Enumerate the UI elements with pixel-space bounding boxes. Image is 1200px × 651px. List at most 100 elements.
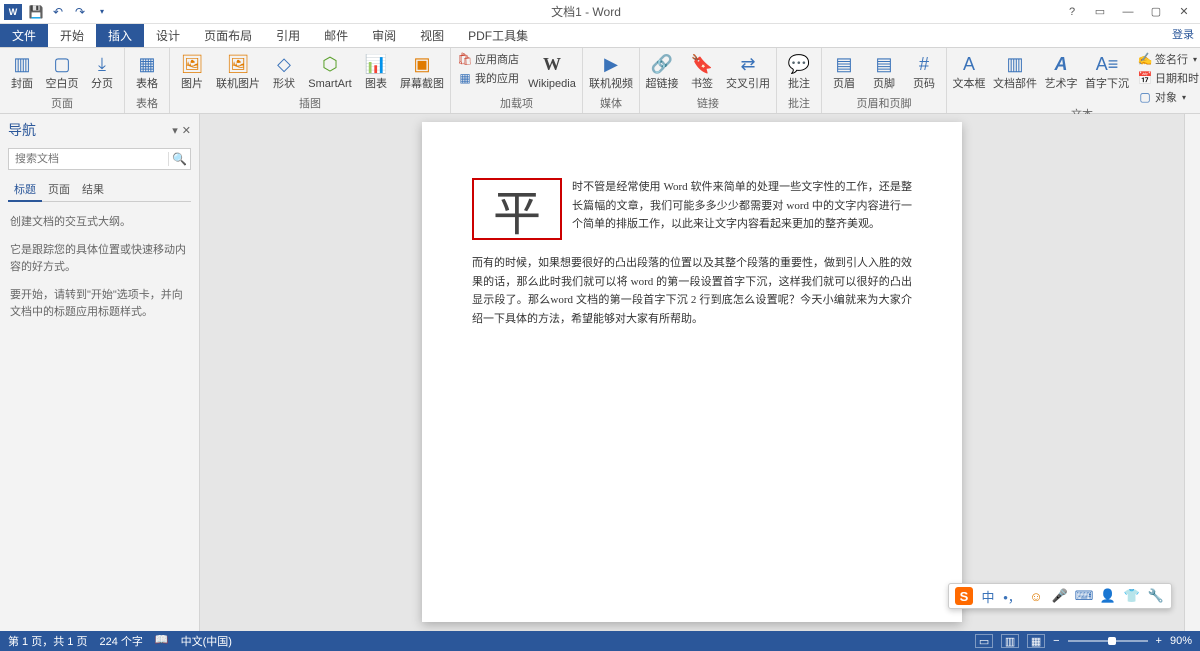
tab-insert[interactable]: 插入 xyxy=(96,24,144,47)
shapes-button[interactable]: ◇形状 xyxy=(266,50,302,90)
chart-button[interactable]: 📊图表 xyxy=(358,50,394,90)
status-page[interactable]: 第 1 页，共 1 页 xyxy=(8,633,87,649)
wikipedia-button[interactable]: WWikipedia xyxy=(526,50,578,90)
ime-punct-icon[interactable]: •， xyxy=(1003,587,1021,605)
store-button[interactable]: 🛍应用商店 xyxy=(455,50,522,68)
ime-logo-icon[interactable]: S xyxy=(955,587,973,605)
tab-mailings[interactable]: 邮件 xyxy=(312,24,360,47)
qat-dropdown-icon[interactable]: ▾ xyxy=(94,4,110,20)
cover-page-icon: ▥ xyxy=(10,52,34,76)
ime-skin-icon[interactable]: 👕 xyxy=(1123,587,1141,605)
screenshot-button[interactable]: ▣屏幕截图 xyxy=(398,50,446,90)
textbox-icon: A xyxy=(957,52,981,76)
status-spellcheck-icon[interactable]: 📖 xyxy=(155,633,169,649)
crossref-button[interactable]: ⇄交叉引用 xyxy=(724,50,772,90)
zoom-out-icon[interactable]: − xyxy=(1053,635,1059,647)
pagenum-button[interactable]: #页码 xyxy=(906,50,942,90)
nav-title: 导航 xyxy=(8,120,36,140)
zoom-level[interactable]: 90% xyxy=(1170,635,1192,647)
ime-settings-icon[interactable]: 🔧 xyxy=(1147,587,1165,605)
tab-review[interactable]: 审阅 xyxy=(360,24,408,47)
view-web-icon[interactable]: ▦ xyxy=(1027,634,1045,648)
nav-search[interactable]: 🔍 xyxy=(8,148,191,170)
group-label-links: 链接 xyxy=(644,95,772,113)
tab-file[interactable]: 文件 xyxy=(0,24,48,47)
ime-user-icon[interactable]: 👤 xyxy=(1099,587,1117,605)
group-pages: ▥封面 ▢空白页 ⤓分页 页面 xyxy=(0,48,125,113)
dropcap-char: 平 xyxy=(493,174,541,244)
tab-pdf[interactable]: PDF工具集 xyxy=(456,24,540,47)
object-icon: ▢ xyxy=(1138,90,1152,104)
nav-tab-headings[interactable]: 标题 xyxy=(8,178,42,202)
page-break-button[interactable]: ⤓分页 xyxy=(84,50,120,90)
my-apps-icon: ▦ xyxy=(458,71,472,85)
group-label-headerfooter: 页眉和页脚 xyxy=(826,95,942,113)
cover-page-button[interactable]: ▥封面 xyxy=(4,50,40,90)
redo-icon[interactable]: ↷ xyxy=(72,4,88,20)
group-label-media: 媒体 xyxy=(587,95,635,113)
nav-tab-results[interactable]: 结果 xyxy=(76,178,110,201)
smartart-button[interactable]: ⬡SmartArt xyxy=(306,50,354,90)
footer-button[interactable]: ▤页脚 xyxy=(866,50,902,90)
ime-lang-icon[interactable]: 中 xyxy=(979,587,997,605)
datetime-button[interactable]: 📅日期和时间 xyxy=(1135,69,1200,87)
document-page[interactable]: 平 时不管是经常使用 Word 软件来简单的处理一些文字性的工作，还是整长篇幅的… xyxy=(422,122,962,622)
dropcap-frame[interactable]: 平 xyxy=(472,178,562,240)
tab-home[interactable]: 开始 xyxy=(48,24,96,47)
help-icon[interactable]: ? xyxy=(1062,3,1082,21)
ime-emoji-icon[interactable]: ☺ xyxy=(1027,587,1045,605)
ime-mic-icon[interactable]: 🎤 xyxy=(1051,587,1069,605)
chart-icon: 📊 xyxy=(364,52,388,76)
window-controls: ? ▭ — ▢ ✕ 登录 xyxy=(1062,3,1200,21)
online-picture-button[interactable]: 🖼联机图片 xyxy=(214,50,262,90)
wordart-button[interactable]: A艺术字 xyxy=(1043,50,1079,90)
status-language[interactable]: 中文(中国) xyxy=(181,633,232,649)
sigline-button[interactable]: ✍签名行▾ xyxy=(1135,50,1200,68)
hyperlink-button[interactable]: 🔗超链接 xyxy=(644,50,680,90)
table-button[interactable]: ▦表格 xyxy=(129,50,165,90)
group-comments: 💬批注 批注 xyxy=(777,48,822,113)
account-link[interactable]: 登录 xyxy=(1172,26,1194,42)
vertical-scrollbar[interactable] xyxy=(1184,114,1200,631)
my-apps-button[interactable]: ▦我的应用 xyxy=(455,69,522,87)
tab-design[interactable]: 设计 xyxy=(144,24,192,47)
nav-dropdown-icon[interactable]: ▾ xyxy=(172,124,178,137)
blank-page-icon: ▢ xyxy=(50,52,74,76)
undo-icon[interactable]: ↶ xyxy=(50,4,66,20)
document-area[interactable]: 平 时不管是经常使用 Word 软件来简单的处理一些文字性的工作，还是整长篇幅的… xyxy=(200,114,1184,631)
paragraph-2[interactable]: 而有的时候，如果想要很好的凸出段落的位置以及其整个段落的重要性，做到引人入胜的效… xyxy=(472,254,912,329)
paragraph-1[interactable]: 时不管是经常使用 Word 软件来简单的处理一些文字性的工作，还是整长篇幅的文章… xyxy=(572,178,912,234)
nav-search-input[interactable] xyxy=(9,153,168,165)
comment-button[interactable]: 💬批注 xyxy=(781,50,817,90)
view-read-icon[interactable]: ▭ xyxy=(975,634,993,648)
picture-button[interactable]: 🖼图片 xyxy=(174,50,210,90)
dropcap-button[interactable]: A≡首字下沉 xyxy=(1083,50,1131,90)
ime-toolbar[interactable]: S 中 •， ☺ 🎤 ⌨ 👤 👕 🔧 xyxy=(948,583,1172,609)
blank-page-button[interactable]: ▢空白页 xyxy=(44,50,80,90)
textbox-button[interactable]: A文本框 xyxy=(951,50,987,90)
group-label-pages: 页面 xyxy=(4,95,120,113)
status-words[interactable]: 224 个字 xyxy=(99,633,142,649)
shapes-icon: ◇ xyxy=(272,52,296,76)
tab-view[interactable]: 视图 xyxy=(408,24,456,47)
ime-keyboard-icon[interactable]: ⌨ xyxy=(1075,587,1093,605)
zoom-slider[interactable] xyxy=(1068,640,1148,642)
tab-references[interactable]: 引用 xyxy=(264,24,312,47)
online-video-button[interactable]: ▶联机视频 xyxy=(587,50,635,90)
minimize-icon[interactable]: — xyxy=(1118,3,1138,21)
quickparts-button[interactable]: ▥文档部件 xyxy=(991,50,1039,90)
ribbon-display-icon[interactable]: ▭ xyxy=(1090,3,1110,21)
tab-layout[interactable]: 页面布局 xyxy=(192,24,264,47)
nav-tab-pages[interactable]: 页面 xyxy=(42,178,76,201)
zoom-in-icon[interactable]: + xyxy=(1156,635,1162,647)
save-icon[interactable]: 💾 xyxy=(28,4,44,20)
bookmark-button[interactable]: 🔖书签 xyxy=(684,50,720,90)
object-button[interactable]: ▢对象▾ xyxy=(1135,88,1200,106)
close-icon[interactable]: ✕ xyxy=(1174,3,1194,21)
nav-close-icon[interactable]: ✕ xyxy=(182,124,191,137)
bookmark-icon: 🔖 xyxy=(690,52,714,76)
view-print-icon[interactable]: ▥ xyxy=(1001,634,1019,648)
restore-icon[interactable]: ▢ xyxy=(1146,3,1166,21)
search-icon[interactable]: 🔍 xyxy=(168,152,190,166)
header-button[interactable]: ▤页眉 xyxy=(826,50,862,90)
